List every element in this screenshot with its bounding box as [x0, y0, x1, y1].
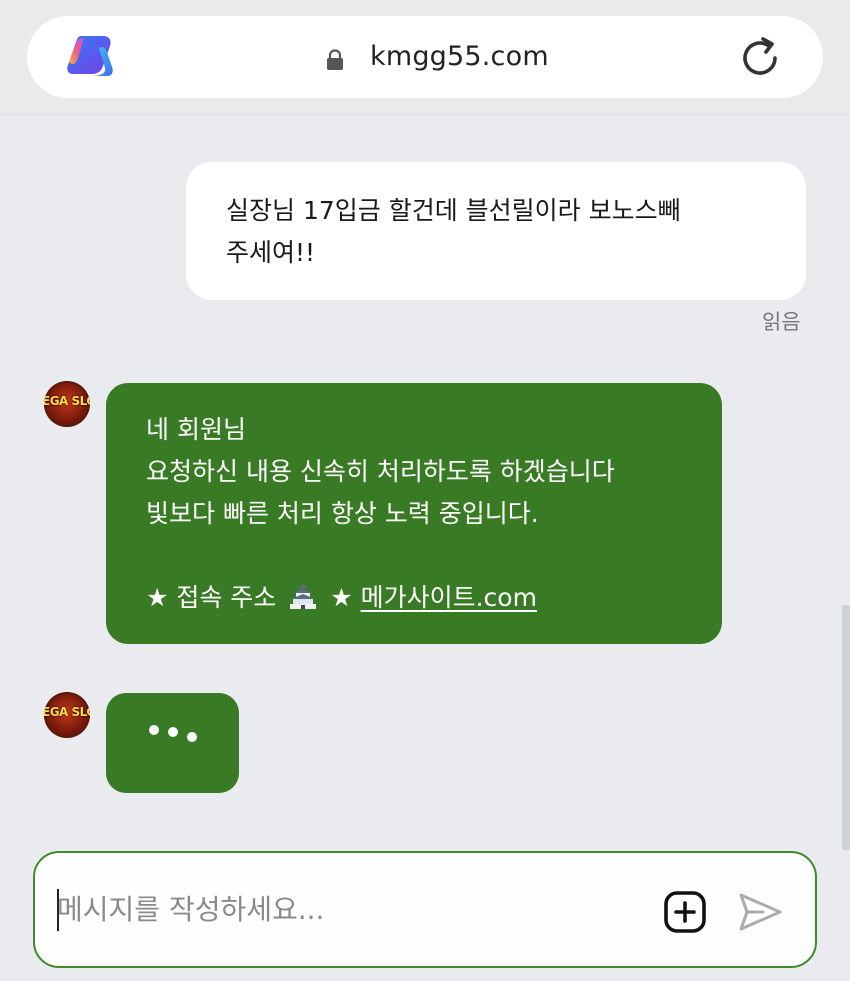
avatar-logo-text: EGA SLO	[44, 394, 90, 408]
message-composer	[33, 851, 817, 968]
outgoing-message: 실장님 17입금 할건데 블선릴이라 보노스빼 주세여!!	[186, 162, 806, 300]
typing-dot	[149, 725, 159, 735]
message-line: 빛보다 빠른 처리 항상 노력 중입니다.	[146, 499, 539, 528]
address-line: ★ 접속 주소 ★ 메가사이트.com	[146, 577, 682, 619]
message-line: 요청하신 내용 신속히 처리하도록 하겠습니다	[146, 457, 615, 486]
avatar[interactable]: EGA SLO	[44, 381, 90, 427]
browser-toolbar: kmgg55.com	[0, 0, 850, 115]
copilot-icon[interactable]	[63, 32, 117, 82]
address-bar[interactable]: kmgg55.com	[27, 16, 823, 98]
incoming-message: 네 회원님 요청하신 내용 신속히 처리하도록 하겠습니다 빛보다 빠른 처리 …	[106, 383, 722, 644]
plus-square-icon[interactable]	[663, 890, 707, 934]
text-caret	[57, 889, 59, 931]
castle-icon	[290, 584, 317, 609]
read-status: 읽음	[762, 310, 801, 334]
address-prefix: ★ 접속 주소	[146, 583, 277, 612]
url-text[interactable]: kmgg55.com	[370, 41, 549, 72]
avatar[interactable]: EGA SLO	[44, 692, 90, 738]
typing-dot	[168, 727, 178, 737]
message-line: 네 회원님	[146, 415, 246, 444]
avatar-logo-text: EGA SLO	[44, 705, 90, 719]
message-line: 주세여!!	[226, 238, 316, 267]
site-link[interactable]: 메가사이트.com	[361, 583, 537, 612]
send-icon[interactable]	[737, 891, 783, 933]
address-suffix: ★	[330, 583, 353, 612]
lock-icon	[327, 49, 343, 70]
typing-indicator	[106, 693, 239, 793]
typing-dot	[187, 732, 197, 742]
message-line: 실장님 17입금 할건데 블선릴이라 보노스빼	[226, 196, 681, 225]
scrollbar[interactable]	[842, 605, 850, 850]
message-input[interactable]	[57, 887, 637, 931]
reload-icon[interactable]	[737, 35, 783, 81]
